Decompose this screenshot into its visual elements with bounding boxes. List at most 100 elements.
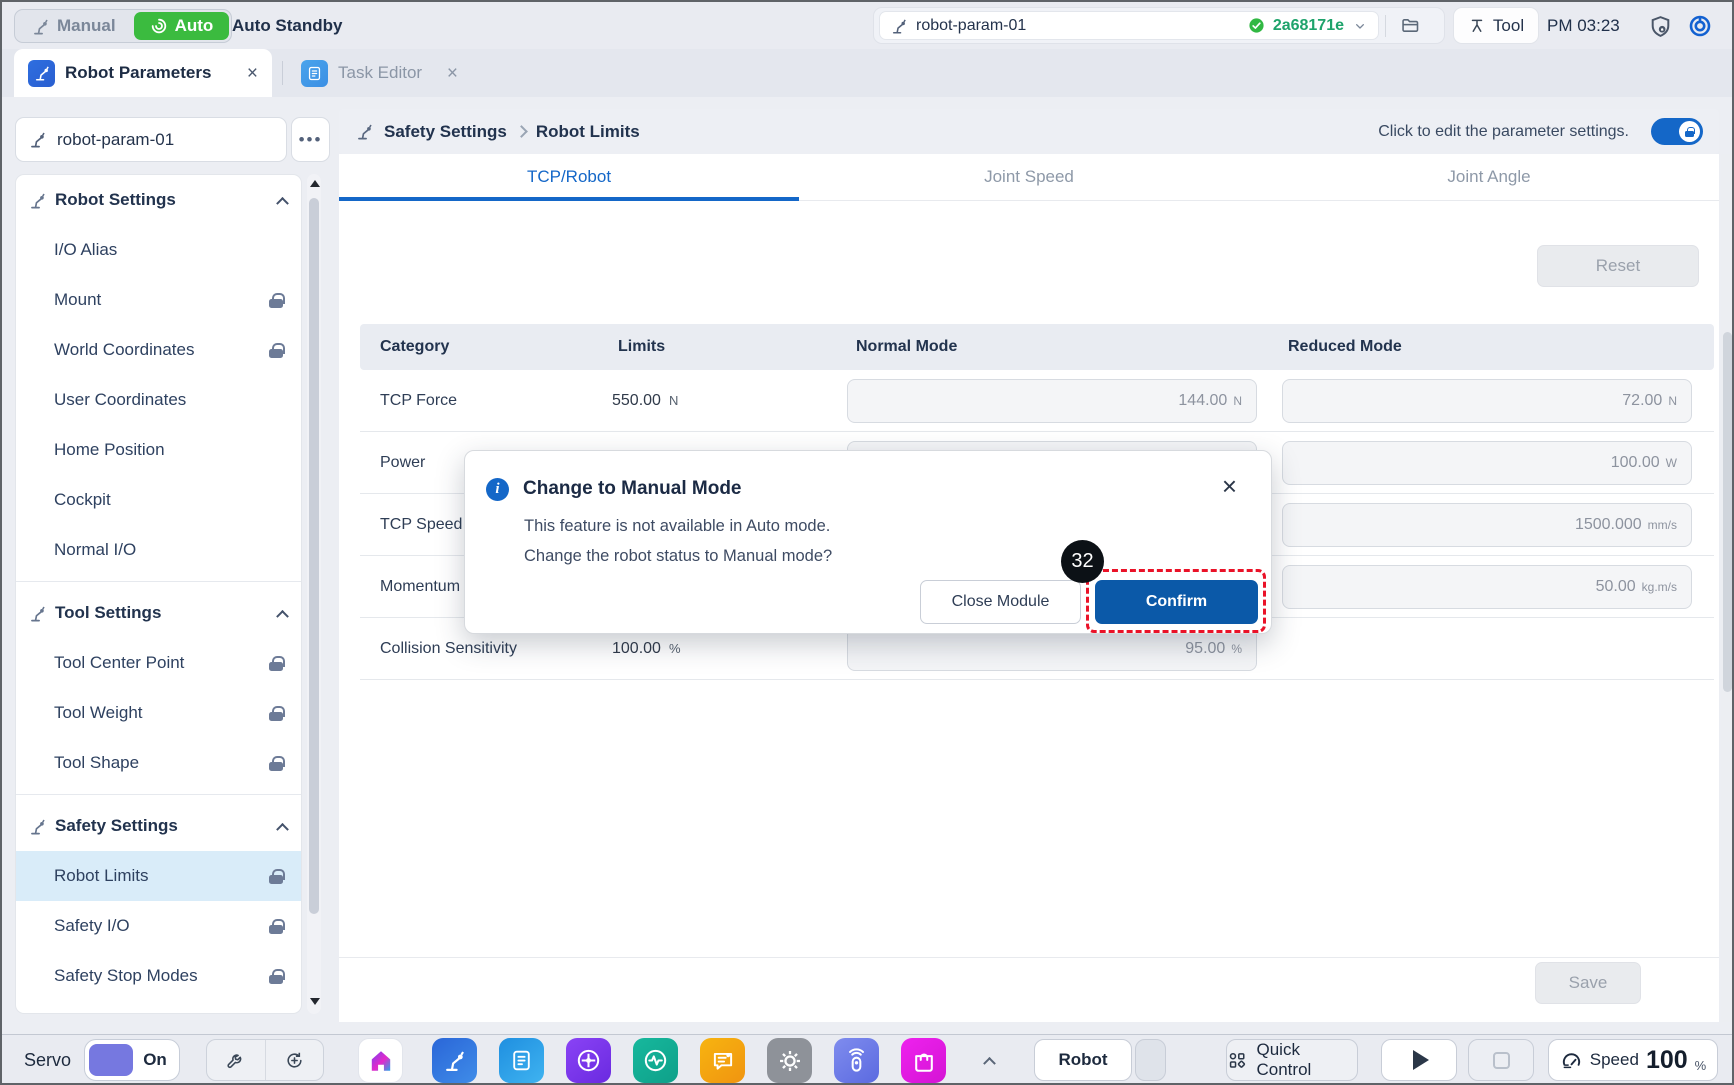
reduced-mode-input[interactable]: 72.00N: [1282, 379, 1692, 423]
annotation-step-badge: 32: [1061, 540, 1104, 583]
input-value: 1500.000: [1575, 516, 1642, 534]
robot-parameters-app-button[interactable]: [432, 1038, 477, 1083]
robot-app-icon: [28, 60, 55, 87]
tool-label: Tool: [1493, 16, 1524, 36]
close-tab-icon[interactable]: ×: [447, 64, 458, 83]
section-tool-settings[interactable]: Tool Settings: [16, 588, 301, 638]
tab-joint-angle[interactable]: Joint Angle: [1259, 154, 1719, 200]
normal-mode-input[interactable]: 144.00N: [847, 379, 1257, 423]
chevron-up-icon: [276, 196, 289, 209]
settings-app-button[interactable]: [767, 1038, 812, 1083]
more-options-button[interactable]: •••: [291, 117, 330, 162]
row-category: TCP Force: [380, 370, 457, 432]
section-label: Tool Settings: [55, 603, 270, 623]
sidebar-item-tool-center-point[interactable]: Tool Center Point: [16, 638, 301, 688]
tab-robot-parameters[interactable]: Robot Parameters ×: [14, 49, 272, 97]
manual-mode-button[interactable]: Manual: [15, 16, 132, 36]
robot-selector-button[interactable]: Robot: [1034, 1039, 1132, 1081]
task-editor-app-button[interactable]: [499, 1038, 544, 1083]
tab-label: Robot Parameters: [65, 63, 237, 83]
input-unit: %: [1231, 642, 1242, 656]
breadcrumb-section[interactable]: Safety Settings: [384, 122, 507, 142]
robot-status-text: Auto Standby: [232, 2, 343, 49]
sidebar-scrollbar-thumb[interactable]: [309, 198, 319, 914]
sync-add-icon: [284, 1050, 305, 1071]
close-tab-icon[interactable]: ×: [247, 64, 258, 83]
sidebar-item-user-coordinates[interactable]: User Coordinates: [16, 375, 301, 425]
wrench-button[interactable]: [207, 1040, 265, 1080]
sync-button[interactable]: [265, 1040, 323, 1080]
dialog-line-2: Change the robot status to Manual mode?: [524, 541, 832, 571]
reduced-mode-input[interactable]: 100.00W: [1282, 441, 1692, 485]
more-dots-icon: •••: [299, 130, 323, 150]
chevron-up-icon: [276, 609, 289, 622]
reset-button[interactable]: Reset: [1537, 245, 1699, 287]
info-icon: i: [486, 478, 509, 501]
section-robot-settings[interactable]: Robot Settings: [16, 175, 301, 225]
save-button[interactable]: Save: [1535, 962, 1641, 1004]
open-file-button[interactable]: [1392, 11, 1428, 41]
sidebar-item-world-coordinates[interactable]: World Coordinates: [16, 325, 301, 375]
quick-control-label: Quick Control: [1257, 1040, 1358, 1080]
sidebar-item-io-alias[interactable]: I/O Alias: [16, 225, 301, 275]
grid-icon: [1227, 1050, 1248, 1071]
home-app-button[interactable]: [358, 1038, 403, 1083]
input-unit: W: [1666, 456, 1677, 470]
row-limit-value: 100.00: [612, 640, 661, 658]
sidebar-item-mount[interactable]: Mount: [16, 275, 301, 325]
log-app-button[interactable]: [700, 1038, 745, 1083]
sidebar-item-safety-io[interactable]: Safety I/O: [16, 901, 301, 951]
scroll-up-icon[interactable]: [310, 180, 320, 187]
tab-label: Task Editor: [338, 63, 437, 83]
tab-tcp-robot[interactable]: TCP/Robot: [339, 154, 799, 200]
auto-mode-button[interactable]: Auto: [134, 12, 230, 40]
top-bar: Manual Auto Auto Standby robot-param-01 …: [2, 2, 1732, 49]
gauge-icon: [1560, 1049, 1583, 1072]
input-unit: mm/s: [1648, 518, 1677, 532]
section-safety-settings[interactable]: Safety Settings: [16, 801, 301, 851]
confirm-button[interactable]: Confirm: [1095, 580, 1258, 624]
parameter-file-selector[interactable]: robot-param-01 2a68171e: [879, 11, 1379, 40]
sidebar-item-robot-limits[interactable]: Robot Limits: [16, 851, 301, 901]
tool-button[interactable]: Tool: [1453, 7, 1539, 44]
reduced-mode-input[interactable]: 50.00kg.m/s: [1282, 565, 1692, 609]
task-app-icon: [509, 1048, 534, 1073]
sidebar-item-home-position[interactable]: Home Position: [16, 425, 301, 475]
row-limit-unit: N: [669, 393, 678, 408]
tab-task-editor[interactable]: Task Editor ×: [287, 49, 472, 97]
input-value: 95.00: [1185, 640, 1225, 658]
close-icon[interactable]: ×: [1222, 473, 1237, 499]
close-module-button[interactable]: Close Module: [920, 580, 1081, 624]
tab-joint-speed[interactable]: Joint Speed: [799, 154, 1259, 200]
quick-control-button[interactable]: Quick Control: [1226, 1039, 1358, 1081]
robot-selector-extension[interactable]: [1135, 1039, 1166, 1081]
divider: [282, 61, 283, 85]
sidebar-item-normal-io[interactable]: Normal I/O: [16, 525, 301, 575]
servo-toggle[interactable]: On: [84, 1039, 180, 1081]
recovery-button[interactable]: [1686, 12, 1714, 40]
lock-icon: [269, 869, 283, 884]
active-tab-underline: [339, 197, 799, 201]
jog-app-button[interactable]: [566, 1038, 611, 1083]
parameter-name-field[interactable]: robot-param-01: [15, 117, 287, 162]
input-value: 144.00: [1178, 392, 1227, 410]
scroll-down-icon[interactable]: [310, 998, 320, 1005]
content-scrollbar-thumb[interactable]: [1723, 332, 1732, 692]
sidebar-item-tool-weight[interactable]: Tool Weight: [16, 688, 301, 738]
input-unit: kg.m/s: [1642, 580, 1677, 594]
sidebar-item-tool-shape[interactable]: Tool Shape: [16, 738, 301, 788]
sidebar-item-cockpit[interactable]: Cockpit: [16, 475, 301, 525]
store-app-button[interactable]: [901, 1038, 946, 1083]
monitoring-app-button[interactable]: [633, 1038, 678, 1083]
table-header: Category Limits Normal Mode Reduced Mode: [360, 324, 1714, 370]
remote-app-button[interactable]: [834, 1038, 879, 1083]
play-button[interactable]: [1381, 1039, 1457, 1081]
safety-shield-button[interactable]: [1646, 12, 1674, 40]
sidebar-item-safety-stop-modes[interactable]: Safety Stop Modes: [16, 951, 301, 1001]
robot-arm-icon: [28, 817, 47, 836]
stop-button[interactable]: [1468, 1039, 1534, 1081]
reduced-mode-input[interactable]: 1500.000 mm/s: [1282, 503, 1692, 547]
dock-expand-button[interactable]: [974, 1034, 1004, 1085]
speed-control[interactable]: Speed 100 %: [1548, 1039, 1718, 1081]
edit-lock-toggle[interactable]: [1651, 118, 1703, 145]
